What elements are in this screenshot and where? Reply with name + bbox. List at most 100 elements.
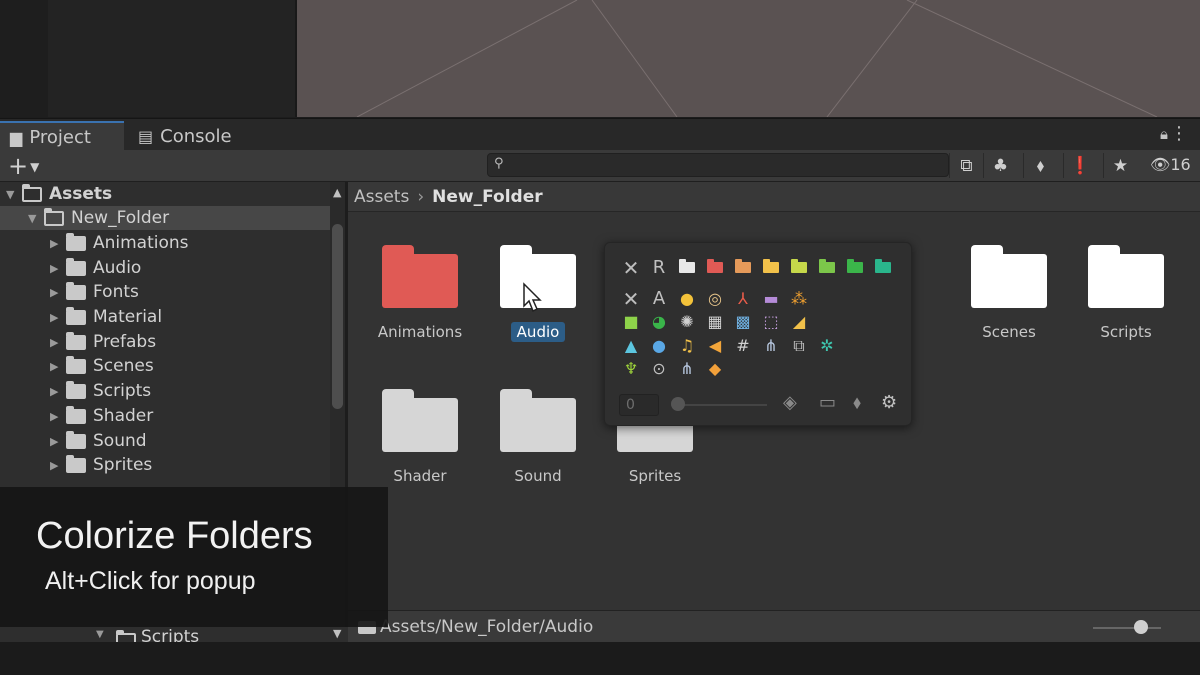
add-button[interactable]: + ▼ [8,152,39,180]
folder-tile-scenes[interactable]: Scenes [954,245,1064,342]
tree-item[interactable]: ▶ Scripts [0,379,330,403]
breadcrumb-assets[interactable]: Assets [354,187,409,207]
scene-view[interactable] [295,0,1200,117]
expand-triangle-icon[interactable]: ▼ [6,188,22,201]
cube-icon[interactable]: ■ [617,310,645,333]
folder-tile-scripts[interactable]: Scripts [1071,245,1181,342]
shirt-icon[interactable]: ♆ [617,357,645,380]
folder-color-swatch[interactable] [673,256,701,279]
folder-color-swatch[interactable] [729,256,757,279]
terrain-icon[interactable]: ◢ [785,310,813,333]
eye-icon: 👁︎ [1150,155,1171,174]
particles-icon[interactable]: ⁂ [785,287,813,310]
collapsed-triangle-icon[interactable]: ▶ [50,311,66,324]
tree-item-new-folder[interactable]: ▼ New_Folder [0,206,330,230]
collapsed-triangle-icon[interactable]: ▶ [50,435,66,448]
audio-source-icon[interactable]: ◀ [701,334,729,357]
hidden-packages-toggle[interactable]: 👁︎16 [1150,155,1191,174]
tree-item[interactable]: ▶ Material [0,305,330,329]
popup-slider[interactable] [675,404,767,406]
prefab-variant-icon[interactable]: ◆ [701,357,729,380]
log-type-icon[interactable]: ❗ [1063,153,1097,178]
icon-size-slider-handle[interactable] [1134,620,1148,634]
lock-icon[interactable]: 🔒︎ [1160,125,1168,143]
scroll-up-icon[interactable]: ▲ [333,186,341,199]
tab-project[interactable]: ▆ Project [0,121,124,151]
sphere-icon[interactable]: ● [645,334,673,357]
play-icon[interactable]: ⊙ [645,357,673,380]
scrollbar-thumb[interactable] [332,224,343,409]
hierarchy-panel [0,0,295,117]
filter-by-type-icon[interactable]: ♣ [983,153,1017,178]
folder-color-swatch[interactable] [869,256,897,279]
collapsed-triangle-icon[interactable]: ▶ [50,385,66,398]
folder-tile-animations[interactable]: Animations [365,245,475,342]
tree-item[interactable]: ▶ Fonts [0,280,330,304]
collapsed-triangle-icon[interactable]: ▶ [50,286,66,299]
tree-item-partial[interactable]: ▼ Scripts [0,627,348,642]
tree-item[interactable]: ▶ Animations [0,231,330,255]
text-icon[interactable]: A [645,287,673,310]
grid-icon[interactable]: ▦ [701,310,729,333]
filter-by-label-icon[interactable]: ⬧ [1023,153,1057,178]
blend-tree-icon[interactable]: ⋔ [757,334,785,357]
label-tag-icon[interactable]: ⬧ [853,392,861,413]
folder-outline-icon[interactable]: ▭ [819,392,836,413]
popup-slider-handle[interactable] [671,397,685,411]
script-icon[interactable]: # [729,334,757,357]
expand-triangle-icon[interactable]: ▼ [28,212,44,225]
folder-color-swatch[interactable] [785,256,813,279]
folder-tile-shader[interactable]: Shader [365,389,475,486]
tree-item[interactable]: ▶ Prefabs [0,330,330,354]
animator-icon[interactable]: ⧉ [785,334,813,357]
search-input[interactable]: ⚲ [487,153,949,177]
collapsed-triangle-icon[interactable]: ▶ [50,459,66,472]
more-options-icon[interactable]: ⋮ [1170,123,1188,144]
tree-item[interactable]: ▶ Scenes [0,354,330,378]
tree-item[interactable]: ▶ Shader [0,404,330,428]
collapsed-triangle-icon[interactable]: ▶ [50,410,66,423]
tree-item[interactable]: ▶ Audio [0,256,330,280]
tree-item[interactable]: ▶ Sound [0,429,330,453]
collapsed-triangle-icon[interactable]: ▶ [50,237,66,250]
reset-button[interactable]: R [645,256,673,279]
image-icon[interactable]: ▬ [757,287,785,310]
folder-icon: ▆ [10,127,23,147]
folder-color-swatch[interactable] [701,256,729,279]
folder-color-swatch[interactable] [841,256,869,279]
value-field[interactable]: 0 [619,394,659,416]
breadcrumb-new-folder[interactable]: New_Folder [432,187,542,207]
light-bulb-icon[interactable]: ● [673,287,701,310]
humanoid-icon[interactable]: ✲ [813,334,841,357]
tree-item-assets[interactable]: ▼ Assets [0,182,330,206]
tab-console[interactable]: ▤ Console [128,121,248,151]
folder-icon [66,454,86,473]
folder-color-swatch[interactable] [813,256,841,279]
material-ball-icon[interactable]: ◕ [645,310,673,333]
icon-size-slider[interactable] [1093,627,1161,629]
folder-label: Sound [514,467,562,485]
audio-clip-icon[interactable]: ♫ [673,334,701,357]
collapsed-triangle-icon[interactable]: ▶ [50,262,66,275]
physics-icon[interactable]: ✺ [673,310,701,333]
tree-item[interactable]: ▶ Sprites [0,453,330,477]
clear-color-icon[interactable]: ✕ [617,256,645,280]
eraser-icon[interactable]: ◈ [783,392,797,413]
scroll-down-icon[interactable]: ▼ [333,627,341,640]
tree-scroll-down[interactable]: ▼ [330,627,345,642]
shader-icon[interactable]: ▲ [617,334,645,357]
collapsed-triangle-icon[interactable]: ▶ [50,360,66,373]
halo-icon[interactable]: ◎ [701,287,729,310]
popup-footer: 0 ◈ ▭ ⬧ ⚙ [617,392,907,418]
settings-gear-icon[interactable]: ⚙ [881,392,897,413]
branch-icon[interactable]: ⋔ [673,357,701,380]
tilemap-icon[interactable]: ▩ [729,310,757,333]
clear-icon[interactable]: ✕ [617,287,645,311]
favorites-star-icon[interactable]: ★ [1103,153,1137,178]
folder-tile-sound[interactable]: Sound [483,389,593,486]
axes-icon[interactable]: ⅄ [729,287,757,310]
collapsed-triangle-icon[interactable]: ▶ [50,336,66,349]
folder-color-swatch[interactable] [757,256,785,279]
search-by-type-icon[interactable]: ⧉ [949,153,983,178]
rect-transform-icon[interactable]: ⬚ [757,310,785,333]
